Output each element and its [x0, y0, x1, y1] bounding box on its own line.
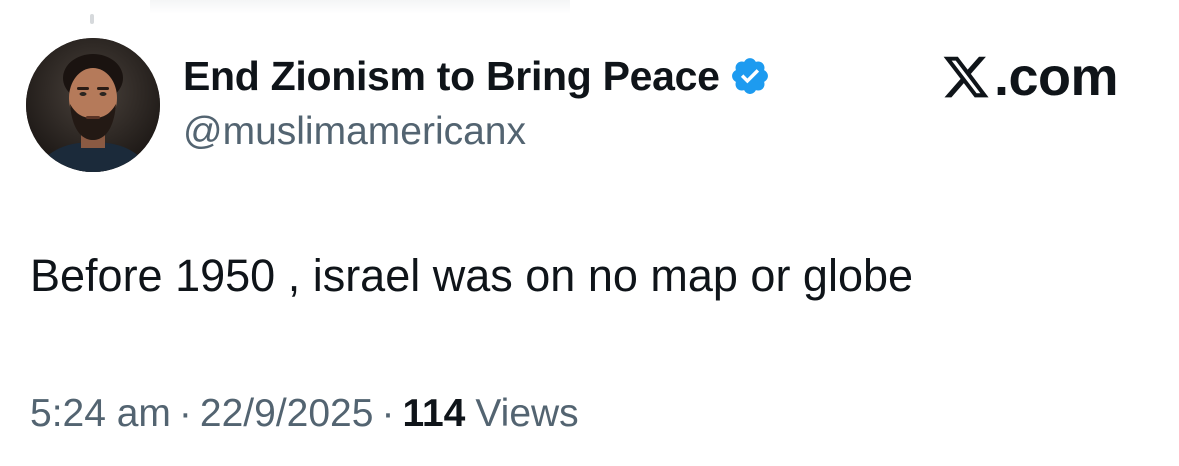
tweet-date[interactable]: 22/9/2025 — [200, 392, 374, 436]
tweet-time[interactable]: 5:24 am — [30, 392, 171, 436]
brand-domain: .com — [994, 47, 1119, 107]
meta-separator: · — [178, 392, 192, 435]
views-label: Views — [475, 392, 579, 435]
tweet-meta: 5:24 am · 22/9/2025 · 114 Views — [30, 392, 579, 436]
verified-badge-icon — [731, 58, 768, 94]
author-name-row: End Zionism to Bring Peace — [183, 50, 771, 102]
author-display-name[interactable]: End Zionism to Bring Peace — [183, 53, 720, 100]
top-divider-mark — [90, 14, 94, 24]
views-count: 114 — [402, 392, 466, 435]
top-fade — [150, 0, 570, 14]
avatar-image — [26, 38, 160, 172]
brand-watermark: .com — [940, 46, 1119, 108]
meta-separator: · — [381, 392, 395, 435]
tweet-text: Before 1950 , israel was on no map or gl… — [30, 250, 914, 301]
avatar[interactable] — [26, 38, 160, 172]
x-logo-icon — [943, 56, 989, 98]
author-handle[interactable]: @muslimamericanx — [183, 110, 526, 154]
